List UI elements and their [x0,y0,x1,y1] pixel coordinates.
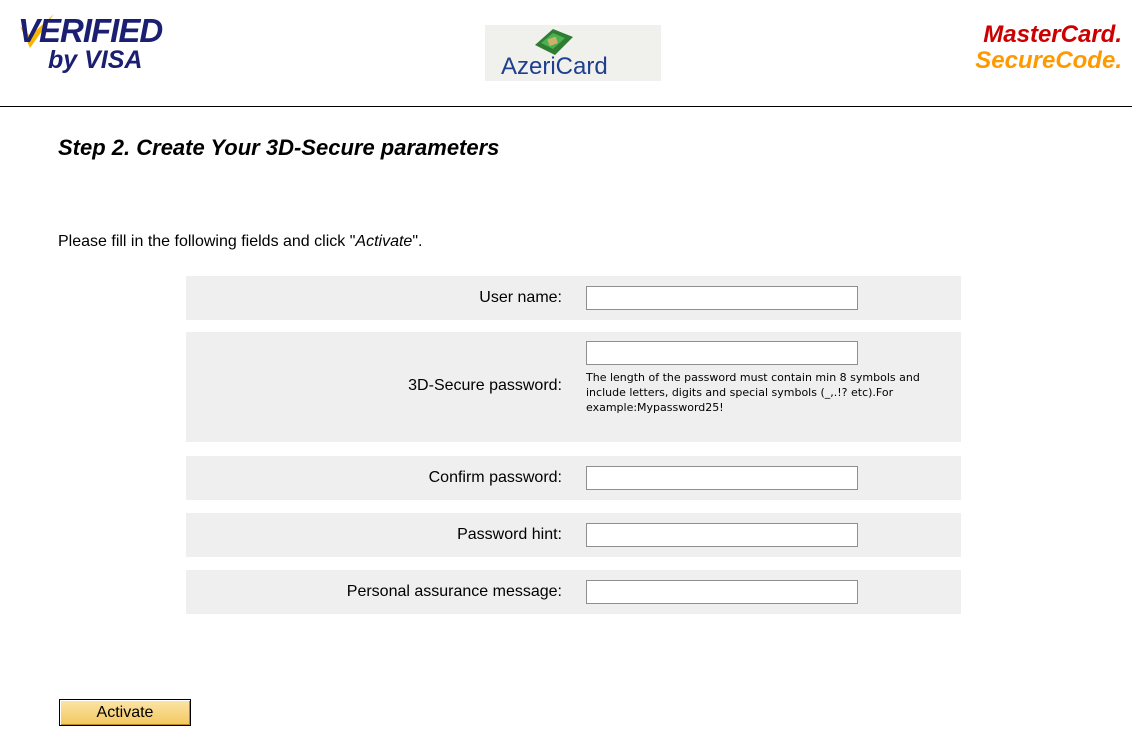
mastercard-logo-line2: SecureCode [975,47,1116,74]
mastercard-logo-line1: MasterCard [983,21,1116,48]
password-hint-label: Password hint: [457,526,562,543]
username-label: User name: [479,289,562,306]
header: VERIFIED by VISA AzeriCard MasterCard. S… [0,0,1132,107]
form-row-password-hint: Password hint: [186,513,961,557]
3d-secure-password-label: 3D-Secure password: [408,377,562,394]
form-row-confirm-password: Confirm password: [186,456,961,500]
form-row-3d-secure-password: 3D-Secure password: The length of the pa… [186,332,961,442]
instructions-text: Please fill in the following fields and … [58,233,422,251]
instructions-action: Activate [355,233,413,250]
personal-assurance-message-input[interactable] [586,580,858,604]
form-row-username: User name: [186,276,961,320]
personal-assurance-message-label: Personal assurance message: [346,583,562,600]
visa-logo-line1: VERIFIED [18,12,163,49]
password-hint-input[interactable] [586,523,858,547]
mastercard-securecode-logo: MasterCard. SecureCode. [942,22,1122,82]
activate-button[interactable]: Activate [59,699,191,726]
3d-secure-password-input[interactable] [586,341,858,365]
azericard-logo: AzeriCard [485,25,661,81]
confirm-password-label: Confirm password: [428,469,562,486]
header-divider [0,106,1132,107]
visa-logo-line2: by VISA [48,46,143,74]
mastercard-logo-dot: . [1115,21,1122,48]
verified-by-visa-logo: VERIFIED by VISA [18,14,188,84]
page-title: Step 2. Create Your 3D-Secure parameters [58,135,500,160]
username-input[interactable] [586,286,858,310]
azericard-logo-text: AzeriCard [501,53,608,80]
password-requirements-hint: The length of the password must contain … [586,371,920,414]
confirm-password-input[interactable] [586,466,858,490]
securecode-logo-dot: . [1115,47,1122,74]
form-row-personal-assurance-message: Personal assurance message: [186,570,961,614]
instructions-prefix: Please fill in the following fields and … [58,233,356,250]
instructions-suffix: ". [412,233,423,250]
